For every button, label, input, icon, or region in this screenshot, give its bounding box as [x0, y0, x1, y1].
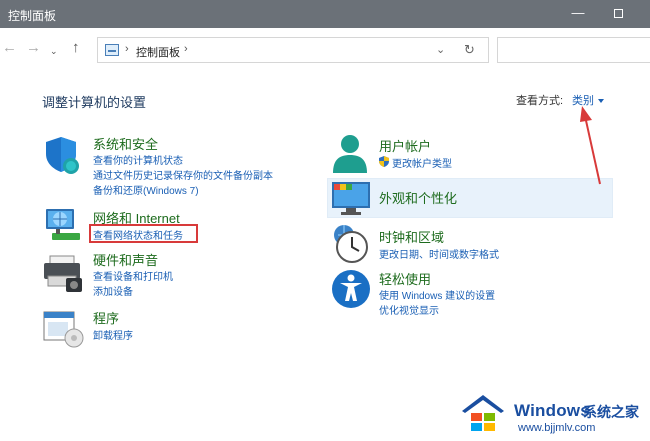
link-devices-printers[interactable]: 查看设备和打印机 [93, 268, 173, 283]
watermark-brand-cn: 系统之家 [583, 404, 639, 420]
maximize-icon [613, 9, 623, 19]
uac-shield-icon [379, 156, 389, 167]
link-file-history-backup[interactable]: 通过文件历史记录保存你的文件备份副本 [93, 167, 273, 182]
clock-icon[interactable] [330, 223, 372, 265]
address-bar[interactable]: › 控制面板 › ⌄ ↻ [97, 37, 489, 63]
watermark-brand: Windows [514, 401, 590, 420]
windows-logo-icon [462, 395, 504, 431]
maximize-button[interactable] [600, 0, 636, 28]
breadcrumb-control-panel[interactable]: 控制面板 [136, 44, 180, 60]
category-programs[interactable]: 程序 [93, 308, 119, 327]
forward-button[interactable]: → [26, 40, 41, 56]
programs-icon[interactable] [42, 310, 86, 348]
minimize-button[interactable]: — [560, 0, 596, 28]
back-button[interactable]: ← [2, 40, 17, 56]
address-dropdown-button[interactable]: ⌄ [436, 43, 445, 56]
category-ease-of-access[interactable]: 轻松使用 [379, 269, 431, 288]
view-by-label: 查看方式: [516, 95, 564, 107]
link-uninstall-program[interactable]: 卸载程序 [93, 327, 133, 342]
breadcrumb-separator[interactable]: › [125, 43, 129, 55]
link-add-device[interactable]: 添加设备 [93, 283, 133, 298]
category-user-accounts[interactable]: 用户帐户 [379, 136, 431, 155]
link-optimize-visual-display[interactable]: 优化视觉显示 [379, 302, 439, 317]
link-change-account-type[interactable]: 更改帐户类型 [392, 155, 452, 170]
printer-icon[interactable] [42, 254, 86, 294]
monitor-icon[interactable] [330, 180, 372, 216]
annotation-arrow [580, 106, 601, 185]
link-recommended-settings[interactable]: 使用 Windows 建议的设置 [379, 287, 495, 302]
category-appearance-personalization[interactable]: 外观和个性化 [379, 188, 457, 207]
page-title: 调整计算机的设置 [42, 95, 147, 110]
link-change-date-time-format[interactable]: 更改日期、时间或数字格式 [379, 246, 499, 261]
watermark-url: www.bjjmlv.com [518, 422, 596, 434]
shield-icon[interactable] [44, 135, 82, 175]
category-hardware-sound[interactable]: 硬件和声音 [93, 250, 158, 269]
annotation-highlight-box [89, 224, 198, 243]
category-clock-region[interactable]: 时钟和区域 [379, 227, 444, 246]
link-backup-restore[interactable]: 备份和还原(Windows 7) [93, 182, 199, 197]
title-bar: 控制面板 — [0, 0, 650, 28]
search-input[interactable] [497, 37, 650, 63]
network-icon[interactable] [42, 205, 84, 245]
refresh-button[interactable]: ↻ [464, 42, 475, 58]
navigation-bar: ← → ⌄ ↑ › 控制面板 › ⌄ ↻ [0, 28, 650, 72]
recent-locations-button[interactable]: ⌄ [50, 43, 58, 59]
accessibility-icon[interactable] [330, 268, 372, 310]
window-title: 控制面板 [8, 9, 57, 23]
control-panel-icon [105, 44, 119, 56]
up-button[interactable]: ↑ [72, 40, 80, 56]
user-icon[interactable] [330, 133, 370, 175]
breadcrumb-separator[interactable]: › [184, 43, 188, 55]
category-system-security[interactable]: 系统和安全 [93, 134, 158, 153]
link-view-computer-status[interactable]: 查看你的计算机状态 [93, 152, 183, 167]
